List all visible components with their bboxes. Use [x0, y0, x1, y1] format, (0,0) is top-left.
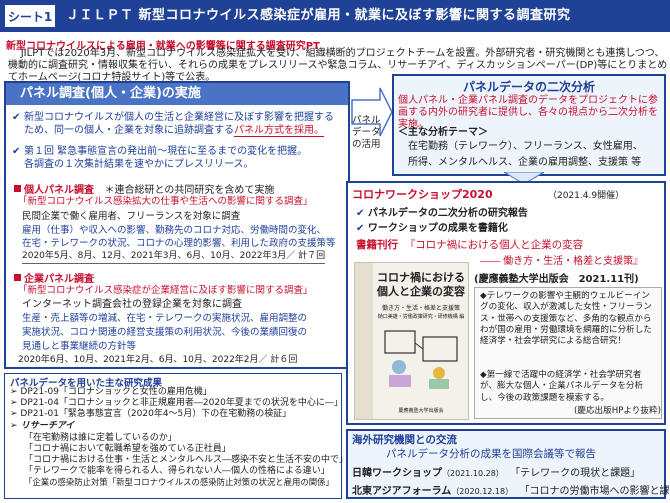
company-panel-subtitle: 「新型コロナウイルス感染症が企業経営に及ぼす影響に関する調査」	[18, 285, 313, 296]
check-icon: ✔	[12, 146, 21, 157]
panel-point-1-highlight: パネル方式を採用。	[234, 125, 324, 137]
individual-panel-content-a: 雇用（仕事）や収入への影響、勤務先のコロナ対応、労働時間の変化、	[22, 225, 327, 236]
company-panel-content-c: 見通しと事業継続の方針等	[22, 341, 137, 352]
international-exchange-subtitle: パネルデータ分析の成果を国際会議等で報告	[386, 448, 596, 460]
sheet-tag: シート1	[4, 4, 56, 28]
book-cover-publisher: 慶應義塾大学出版会	[398, 408, 444, 414]
panel-point-2-line-b: 各調査の１次集計結果を速やかにプレスリリース。	[24, 159, 254, 170]
secondary-themes-line-b: 所得、メンタルヘルス、企業の雇用調整、支援策 等	[408, 157, 642, 168]
individual-panel-subtitle: 「新型コロナウイルス感染拡大の仕事や生活への影響に関する調査」	[18, 196, 313, 207]
panel-point-1: ✔ 新型コロナウイルスが個人の生活と企業経営に及ぼす影響を把握する ため、同一の個…	[12, 111, 348, 137]
book-cover-title: コロナ禍における 個人と企業の変容	[375, 271, 467, 299]
international-row-1: 日韓ワークショップ（2021.10.28） 「テレワークの現状と課題」	[352, 464, 640, 479]
secondary-themes-heading: ＜主な分析テーマ＞	[398, 127, 488, 138]
research-item: ➢ DP21-09「コロナショックと女性の雇用危機」	[10, 387, 212, 398]
panel-point-2: ✔ 第１回 緊急事態宣言の発出前～現在に至るまでの変化を把握。 各調査の１次集計結…	[12, 145, 348, 171]
research-eye-label: ➢ リサーチアイ	[10, 421, 74, 432]
international-row-2: 北東アジアフォーラム（2020.12.18） 「コロナの労働市場への影響と課題」	[352, 482, 670, 497]
triangle-bullet-icon: ➢	[10, 421, 21, 431]
research-eye-item: 「企業の感染防止対策「新型コロナウイルスの感染防止対策の状況と雇用の関係」	[24, 477, 334, 487]
research-item-text: DP21-09「コロナショックと女性の雇用危機」	[20, 387, 212, 397]
research-item: ➢ DP21-04「コロナショックと非正規雇用者―2020年夏までの状況を中心に…	[10, 398, 343, 409]
book-cover-title-a: コロナ禍における	[377, 271, 465, 284]
book-info-source: (慶応出版HPより抜粋)	[574, 406, 661, 416]
individual-panel-target: 民間企業で働く雇用者、フリーランスを対象に調査	[22, 211, 241, 222]
book-info-1: ◆テレワークの影響や主観的ウェルビーイングの変化、収入が激減した女性・フリーラン…	[480, 291, 652, 347]
international-exchange-title: 海外研究機関との交流	[352, 434, 457, 446]
company-panel-content-a: 生産・売上額等の増減、在宅・テレワークの実施状況、雇用調整の	[22, 313, 308, 324]
book-cover-subtitle: 働き方・生活・格差と支援策	[381, 305, 460, 312]
company-panel-target: インターネット調査会社の登録企業を対象に調査	[22, 299, 242, 310]
red-square-icon	[14, 185, 21, 192]
book-cover-editors: 樋口美雄・労働政策研究・研修機構 編	[377, 314, 465, 320]
research-eye-item: 「在宅勤務は誰に定着しているのか」	[24, 433, 177, 443]
workshop-item-1: ✔ パネルデータの二次分析の研究報告	[356, 204, 528, 219]
red-square-icon	[14, 274, 21, 281]
workshop-item-2-text: ワークショップの成果を書籍化	[367, 223, 508, 234]
individual-panel-title: 個人パネル調査 ＊連合総研との共同研究を含めて実施	[14, 181, 274, 196]
check-icon: ✔	[12, 112, 21, 123]
company-panel-title: 企業パネル調査	[14, 270, 94, 285]
panel-point-1-line-b: ため、同一の個人・企業を対象に追跡調査する	[24, 125, 234, 136]
panel-point-1-line-a: 新型コロナウイルスが個人の生活と企業経営に及ぼす影響を把握する	[24, 112, 334, 123]
book-spine	[355, 263, 373, 419]
international-row-1-date: （2021.10.28）	[442, 469, 504, 478]
research-eye-label-text: リサーチアイ	[20, 421, 75, 431]
research-eye-item: 「テレワークで能率を得られる人、得られない人―個人の性格による違い」	[24, 466, 330, 476]
book-publisher: (慶應義塾大学出版会 2021.11刊)	[474, 274, 639, 285]
workshop-date: （2021.4.9開催）	[548, 191, 625, 201]
book-cover-title-b: 個人と企業の変容	[377, 285, 465, 298]
arrow-label: パネルデータの活用	[352, 115, 381, 150]
triangle-bullet-icon: ➢	[10, 409, 21, 419]
triangle-bullet-icon: ➢	[10, 387, 21, 397]
check-icon: ✔	[356, 208, 368, 219]
page-title: ＪＩＬＰＴ 新型コロナウイルス感染症が雇用・就業に及ぼす影響に関する調査研究	[66, 8, 571, 23]
workshop-item-2: ✔ ワークショップの成果を書籍化	[356, 219, 508, 234]
book-cover-illustration-icon	[384, 330, 458, 389]
company-panel-dates: 2020年6月、10月、2021年2月、6月、10月、2022年2月／ 計６回	[18, 355, 298, 365]
book-cover-image: コロナ禍における 個人と企業の変容 働き方・生活・格差と支援策 樋口美雄・労働政…	[354, 262, 469, 420]
research-item-text: DP21-04「コロナショックと非正規雇用者―2020年夏までの状況を中心に―」	[20, 398, 343, 408]
check-icon: ✔	[356, 223, 368, 234]
panel-point-2-line-a: 第１回 緊急事態宣言の発出前～現在に至るまでの変化を把握。	[24, 146, 308, 157]
secondary-analysis-title: パネルデータの二次分析	[462, 80, 595, 94]
international-row-1-theme: 「テレワークの現状と課題」	[510, 468, 641, 479]
book-subtitle: ―― 働き方・生活・格差と支援策』	[480, 256, 644, 267]
research-eye-item: 「コロナ禍において転職希望を強めている正社員」	[24, 444, 231, 454]
research-eye-item: 「コロナ禍における仕事・生活とメンタルヘルス―感染不安と生活不安の中で」	[24, 455, 349, 465]
international-row-1-name: 日韓ワークショップ	[352, 468, 442, 479]
secondary-themes-line-a: 在宅勤務（テレワーク）、フリーランス、女性雇用、	[408, 141, 643, 152]
book-label: 書籍刊行	[356, 239, 398, 251]
international-row-2-date: （2020.12.18）	[451, 487, 514, 496]
book-info-2: ◆第一線で活躍中の経済学・社会学研究者が、膨大な個人・企業パネルデータを分析し、…	[480, 370, 644, 403]
workshop-title: コロナワークショップ2020	[352, 188, 493, 201]
company-panel-content-b: 実施状況、コロナ関連の経営支援策の利用状況、今後の業績回復の	[22, 327, 308, 338]
triangle-bullet-icon: ➢	[10, 398, 21, 408]
research-item-text: DP21-01「緊急事態宣言（2020年4～5月）下の在宅勤務の検証」	[20, 409, 292, 419]
individual-panel-content-b: 在宅・テレワークの状況、コロナの心理的影響、利用した政府の支援策等	[22, 238, 336, 249]
international-row-2-theme: 「コロナの労働市場への影響と課題」	[519, 486, 670, 497]
book-announcement: 書籍刊行 『コロナ禍における個人と企業の変容	[356, 237, 583, 252]
panel-survey-heading: パネル調査(個人・企業)の実施	[6, 83, 348, 105]
international-row-2-name: 北東アジアフォーラム	[352, 486, 452, 497]
individual-panel-dates: 2020年5月、8月、12月、2021年3月、6月、10月、2022年3月／ 計…	[22, 250, 326, 264]
research-item: ➢ DP21-01「緊急事態宣言（2020年4～5月）下の在宅勤務の検証」	[10, 409, 291, 420]
book-title: 『コロナ禍における個人と企業の変容	[404, 239, 584, 251]
workshop-item-1-text: パネルデータの二次分析の研究報告	[367, 208, 528, 219]
